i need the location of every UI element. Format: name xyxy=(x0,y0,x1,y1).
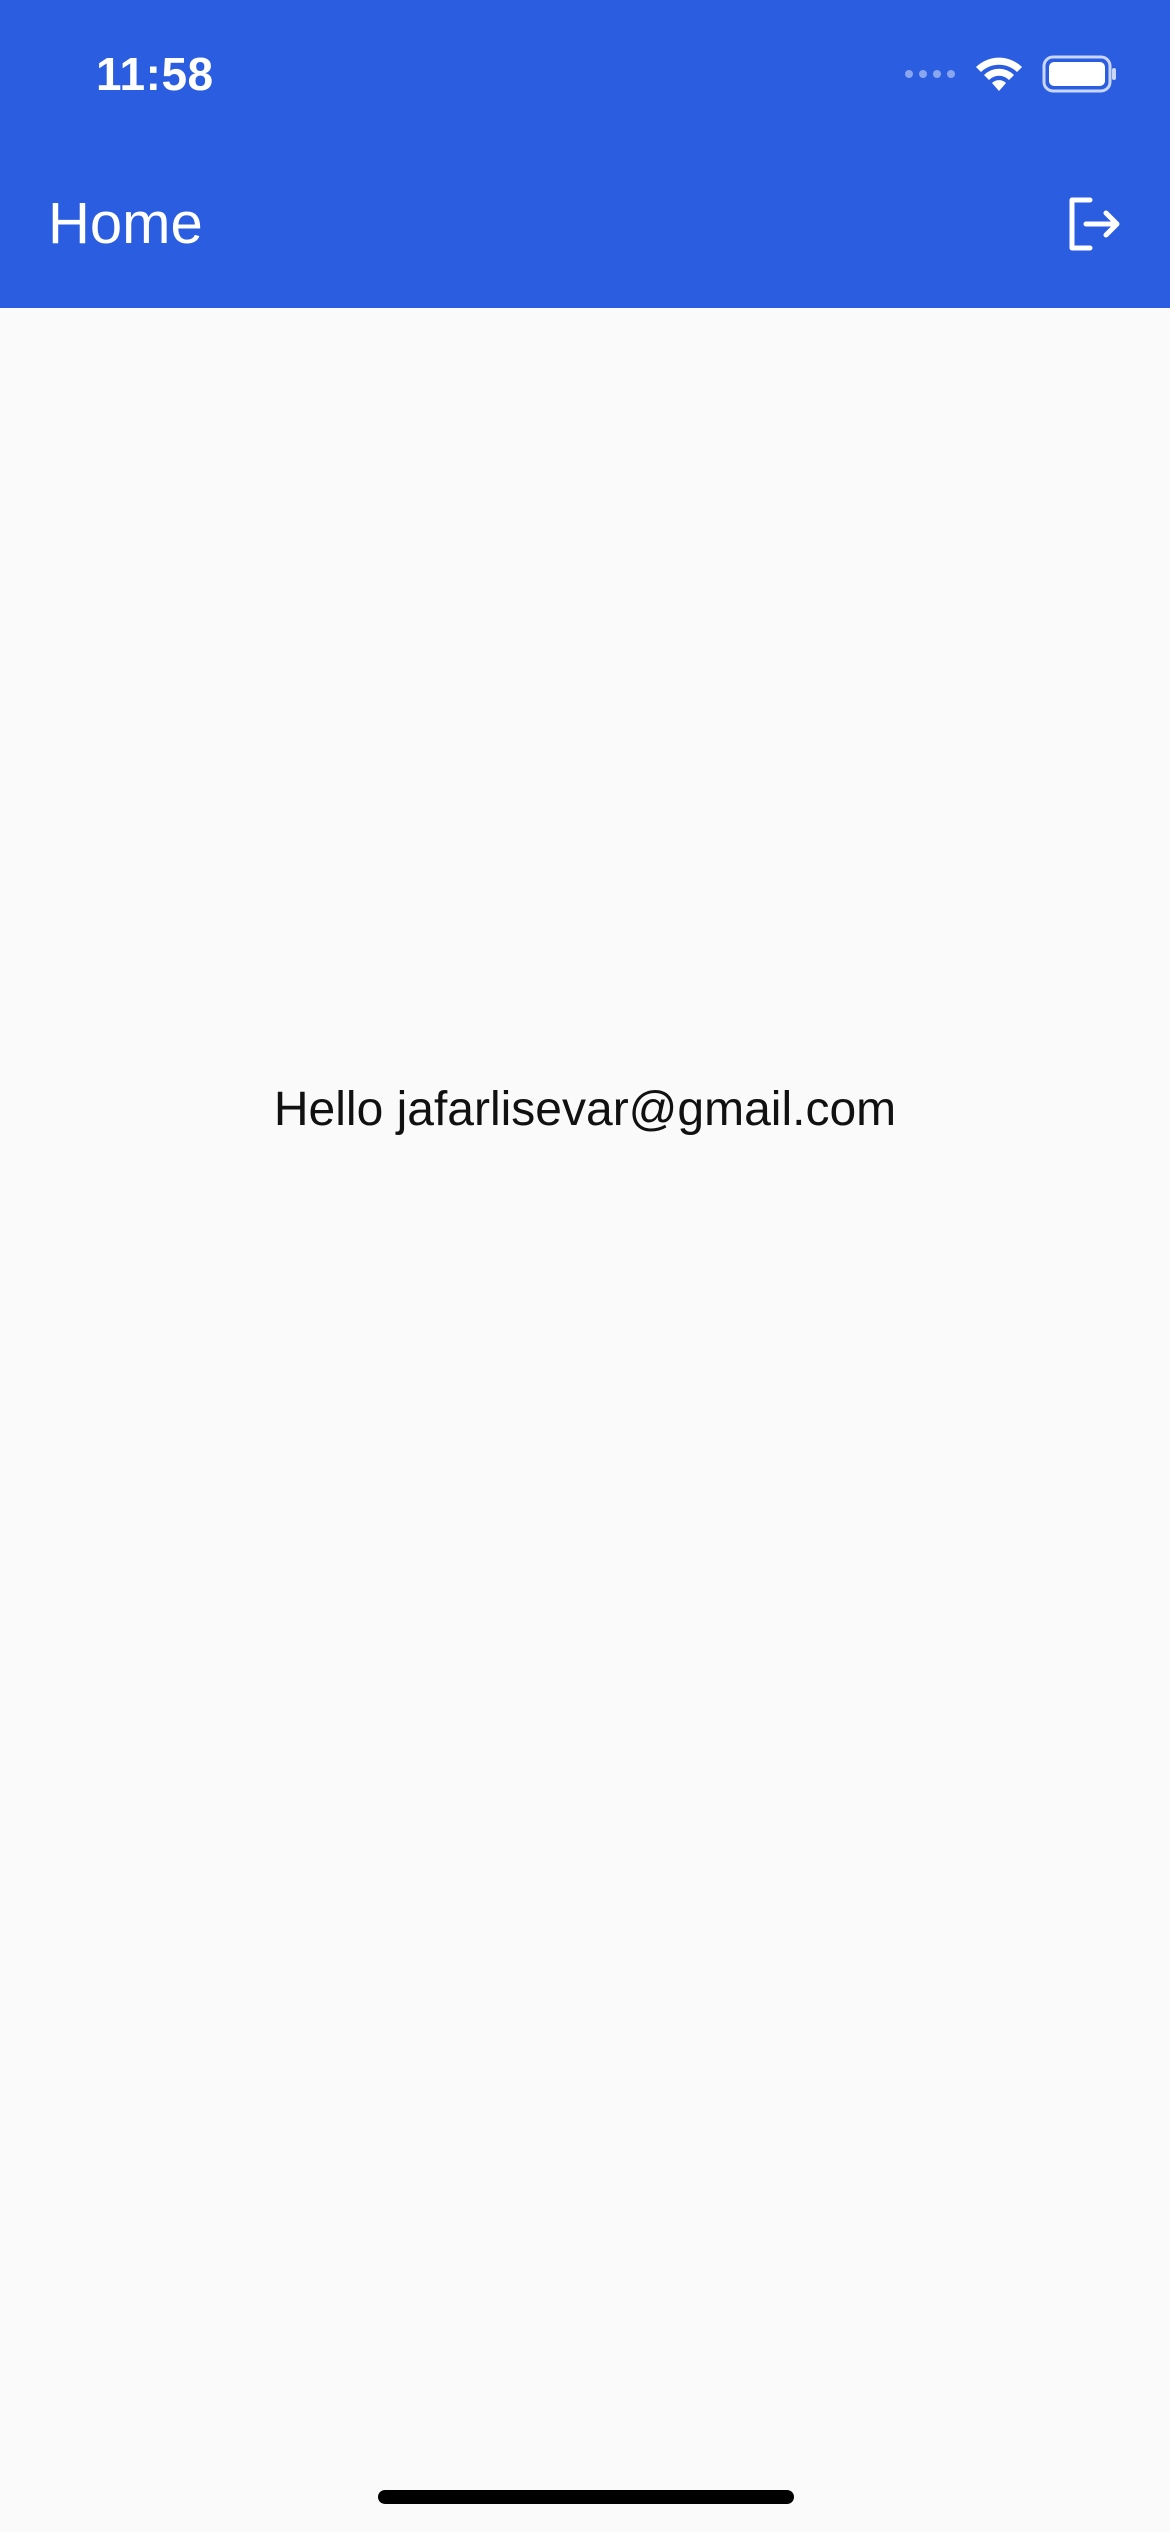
screen: 11:58 Home Hello jafarlisevar@gmail.com xyxy=(0,0,1170,2532)
app-header: 11:58 Home xyxy=(0,0,1170,308)
home-indicator[interactable] xyxy=(378,2490,794,2504)
page-title: Home xyxy=(48,191,203,256)
status-icons xyxy=(904,50,1118,98)
main-content xyxy=(0,308,1170,2532)
greeting-text: Hello jafarlisevar@gmail.com xyxy=(273,1083,897,1136)
logout-button[interactable] xyxy=(1054,186,1134,266)
signal-icon xyxy=(904,67,956,81)
wifi-icon xyxy=(974,55,1024,93)
logout-icon xyxy=(1064,194,1124,259)
status-time: 11:58 xyxy=(96,48,214,100)
battery-icon xyxy=(1042,55,1118,93)
